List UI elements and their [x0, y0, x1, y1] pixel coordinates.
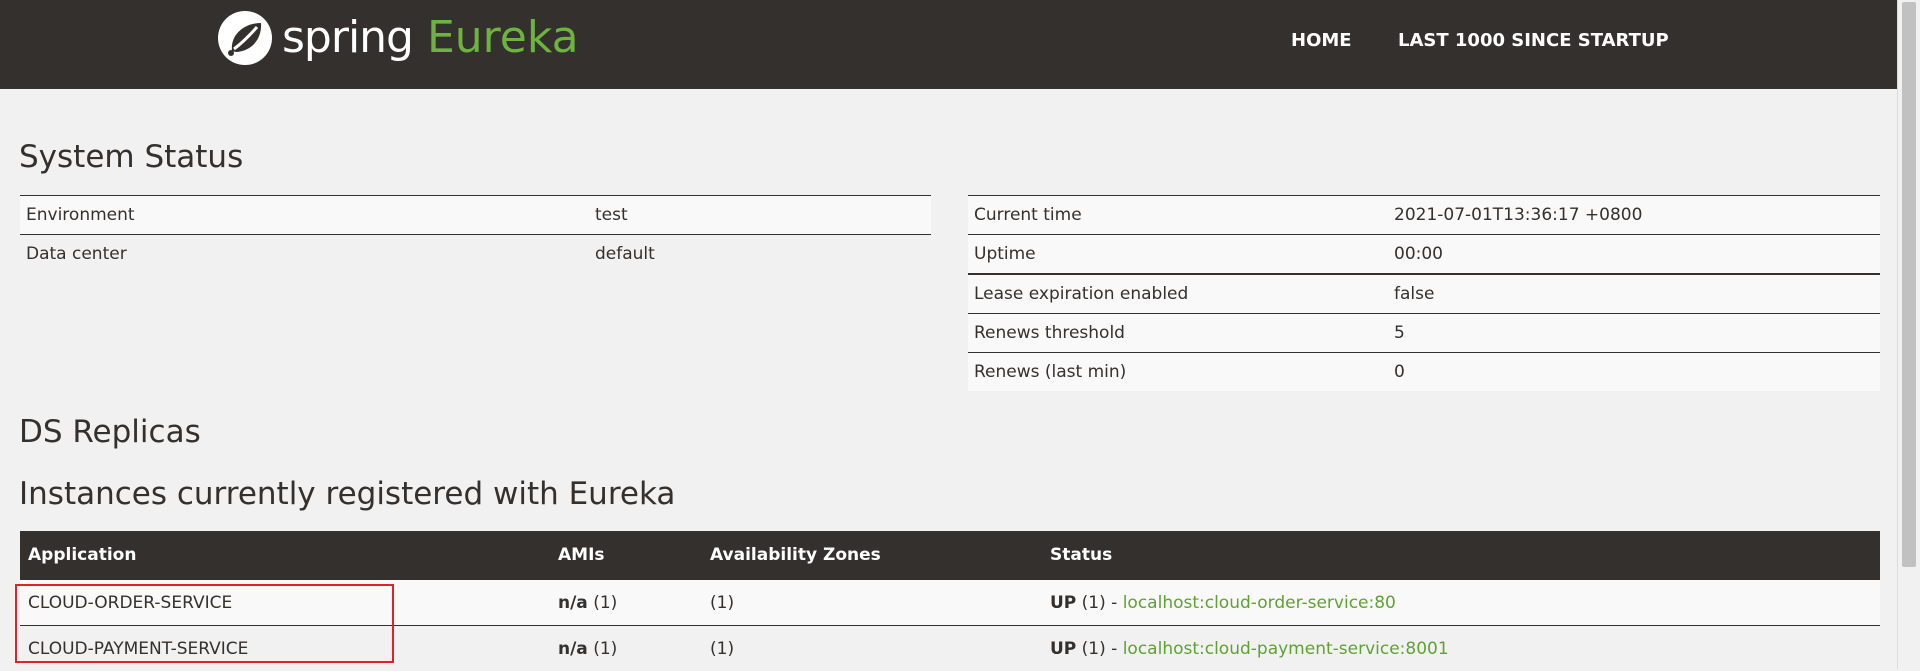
status-count: (1) -	[1076, 639, 1122, 659]
navbar: spring Eureka HOME LAST 1000 SINCE START…	[0, 0, 1898, 89]
status-value: 0	[1388, 353, 1880, 392]
instance-link[interactable]: localhost:cloud-order-service:80	[1123, 593, 1396, 613]
column-header-amis: AMIs	[550, 531, 702, 580]
logo-eureka-text: Eureka	[427, 9, 579, 67]
availability-zones-cell: (1)	[702, 580, 1042, 626]
amis-cell: n/a (1)	[550, 626, 702, 671]
instance-link[interactable]: localhost:cloud-payment-service:8001	[1123, 639, 1449, 659]
table-row: Current time 2021-07-01T13:36:17 +0800	[968, 196, 1880, 235]
amis-count: (1)	[588, 639, 617, 659]
status-key: Environment	[20, 196, 589, 235]
status-key: Data center	[20, 235, 589, 274]
amis-value: n/a	[558, 593, 588, 613]
table-row: Environment test	[20, 196, 931, 235]
status-key: Uptime	[968, 235, 1388, 275]
availability-zones-cell: (1)	[702, 626, 1042, 671]
instances-title: Instances currently registered with Eure…	[19, 475, 675, 513]
vertical-scrollbar[interactable]	[1897, 0, 1920, 669]
table-row: Uptime 00:00	[968, 235, 1880, 275]
status-count: (1) -	[1076, 593, 1122, 613]
status-key: Renews threshold	[968, 314, 1388, 353]
table-row: Renews threshold 5	[968, 314, 1880, 353]
amis-count: (1)	[588, 593, 617, 613]
status-value: test	[589, 196, 931, 235]
status-up: UP	[1050, 593, 1076, 613]
status-cell: UP (1) - localhost:cloud-order-service:8…	[1042, 580, 1880, 626]
status-key: Lease expiration enabled	[968, 274, 1388, 314]
table-row: Lease expiration enabled false	[968, 274, 1880, 314]
status-key: Renews (last min)	[968, 353, 1388, 392]
status-key: Current time	[968, 196, 1388, 235]
system-status-left-table: Environment test Data center default	[20, 195, 931, 273]
column-header-availability-zones: Availability Zones	[702, 531, 1042, 580]
status-value: default	[589, 235, 931, 274]
column-header-status: Status	[1042, 531, 1880, 580]
status-up: UP	[1050, 639, 1076, 659]
logo-spring-text: spring	[282, 9, 413, 67]
scrollbar-thumb[interactable]	[1902, 2, 1916, 567]
status-value: 2021-07-01T13:36:17 +0800	[1388, 196, 1880, 235]
status-cell: UP (1) - localhost:cloud-payment-service…	[1042, 626, 1880, 671]
nav-home-link[interactable]: HOME	[1291, 30, 1352, 52]
table-header-row: Application AMIs Availability Zones Stat…	[20, 531, 1880, 580]
table-row: Data center default	[20, 235, 931, 274]
ds-replicas-title: DS Replicas	[19, 413, 201, 451]
amis-cell: n/a (1)	[550, 580, 702, 626]
status-value: 00:00	[1388, 235, 1880, 275]
highlight-annotation-box	[15, 584, 394, 663]
system-status-right-table: Current time 2021-07-01T13:36:17 +0800 U…	[968, 195, 1880, 391]
nav-last-1000-link[interactable]: LAST 1000 SINCE STARTUP	[1398, 30, 1669, 52]
system-status-title: System Status	[19, 138, 243, 176]
table-row: Renews (last min) 0	[968, 353, 1880, 392]
status-value: 5	[1388, 314, 1880, 353]
amis-value: n/a	[558, 639, 588, 659]
spring-leaf-icon	[216, 9, 274, 67]
spring-eureka-logo[interactable]: spring Eureka	[216, 9, 579, 67]
column-header-application: Application	[20, 531, 550, 580]
status-value: false	[1388, 274, 1880, 314]
